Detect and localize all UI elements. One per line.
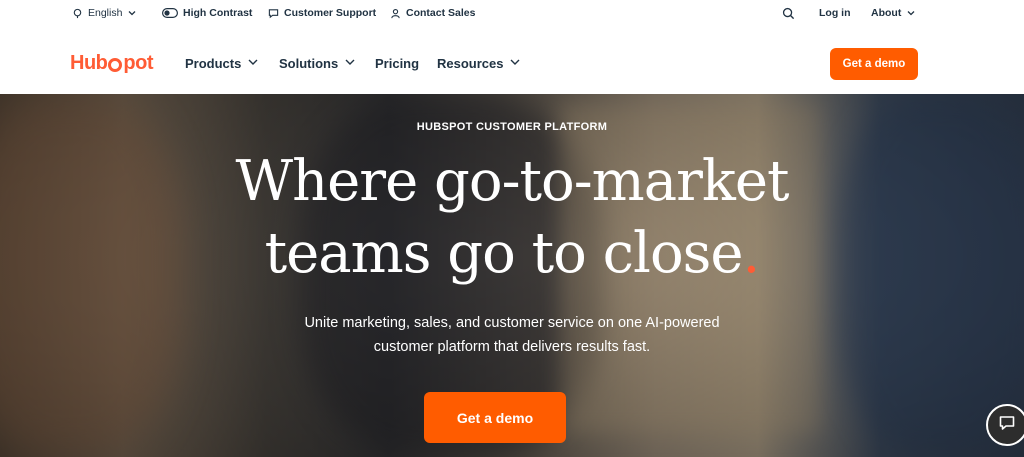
chevron-down-icon bbox=[509, 56, 521, 71]
chevron-down-icon bbox=[127, 8, 137, 18]
nav-pricing-label: Pricing bbox=[375, 56, 420, 71]
nav-resources-label: Resources bbox=[437, 56, 504, 71]
toggle-icon bbox=[162, 8, 178, 18]
logo-text-part-2: pot bbox=[123, 52, 153, 74]
hubspot-logo[interactable]: Hub pot bbox=[70, 52, 153, 75]
nav-resources[interactable]: Resources bbox=[437, 56, 521, 71]
globe-icon bbox=[72, 8, 83, 19]
nav-products-label: Products bbox=[185, 56, 242, 71]
about-label: About bbox=[871, 7, 902, 19]
nav-solutions-label: Solutions bbox=[279, 56, 339, 71]
hero-subtext-line-1: Unite marketing, sales, and customer ser… bbox=[304, 315, 720, 331]
hero-subtext: Unite marketing, sales, and customer ser… bbox=[262, 311, 762, 359]
language-label: English bbox=[88, 7, 123, 19]
hero-headline-line-1: Where go-to-market bbox=[235, 149, 790, 214]
high-contrast-toggle[interactable]: High Contrast bbox=[162, 7, 252, 19]
login-label: Log in bbox=[819, 7, 851, 19]
logo-text-part-1: Hub bbox=[70, 52, 108, 74]
login-link[interactable]: Log in bbox=[819, 7, 851, 19]
get-demo-button-nav[interactable]: Get a demo bbox=[830, 48, 918, 80]
contact-sales-label: Contact Sales bbox=[406, 7, 476, 19]
high-contrast-label: High Contrast bbox=[183, 7, 253, 19]
language-selector[interactable]: English bbox=[72, 7, 137, 19]
chat-icon bbox=[268, 8, 279, 19]
get-demo-button-hero[interactable]: Get a demo bbox=[424, 392, 566, 443]
hero-headline: Where go-to-market teams go to close. bbox=[0, 146, 1024, 290]
nav-products[interactable]: Products bbox=[185, 56, 259, 71]
hero-eyebrow: HUBSPOT CUSTOMER PLATFORM bbox=[416, 121, 608, 133]
nav-pricing[interactable]: Pricing bbox=[375, 56, 419, 71]
search-button[interactable] bbox=[782, 7, 795, 20]
hero-headline-line-2: teams go to close. bbox=[0, 218, 1024, 290]
customer-support-link[interactable]: Customer Support bbox=[268, 7, 376, 19]
about-menu[interactable]: About bbox=[871, 7, 916, 19]
hero-headline-line-2-text: teams go to close bbox=[264, 221, 744, 286]
chevron-down-icon bbox=[247, 56, 259, 71]
chevron-down-icon bbox=[344, 56, 356, 71]
contact-sales-link[interactable]: Contact Sales bbox=[390, 7, 475, 19]
hero-headline-dot: . bbox=[742, 221, 761, 286]
sprocket-icon bbox=[108, 57, 123, 72]
nav-solutions[interactable]: Solutions bbox=[279, 56, 356, 71]
chat-bubble-icon bbox=[998, 414, 1016, 437]
hero-subtext-line-2: customer platform that delivers results … bbox=[373, 339, 651, 355]
person-icon bbox=[390, 8, 401, 19]
utility-bar: English High Contrast Customer Support C… bbox=[0, 0, 1024, 30]
search-icon bbox=[782, 7, 795, 20]
customer-support-label: Customer Support bbox=[284, 7, 377, 19]
chat-widget-button[interactable] bbox=[986, 404, 1024, 446]
chevron-down-icon bbox=[906, 8, 916, 18]
hero-section: HUBSPOT CUSTOMER PLATFORM Where go-to-ma… bbox=[0, 94, 1024, 457]
